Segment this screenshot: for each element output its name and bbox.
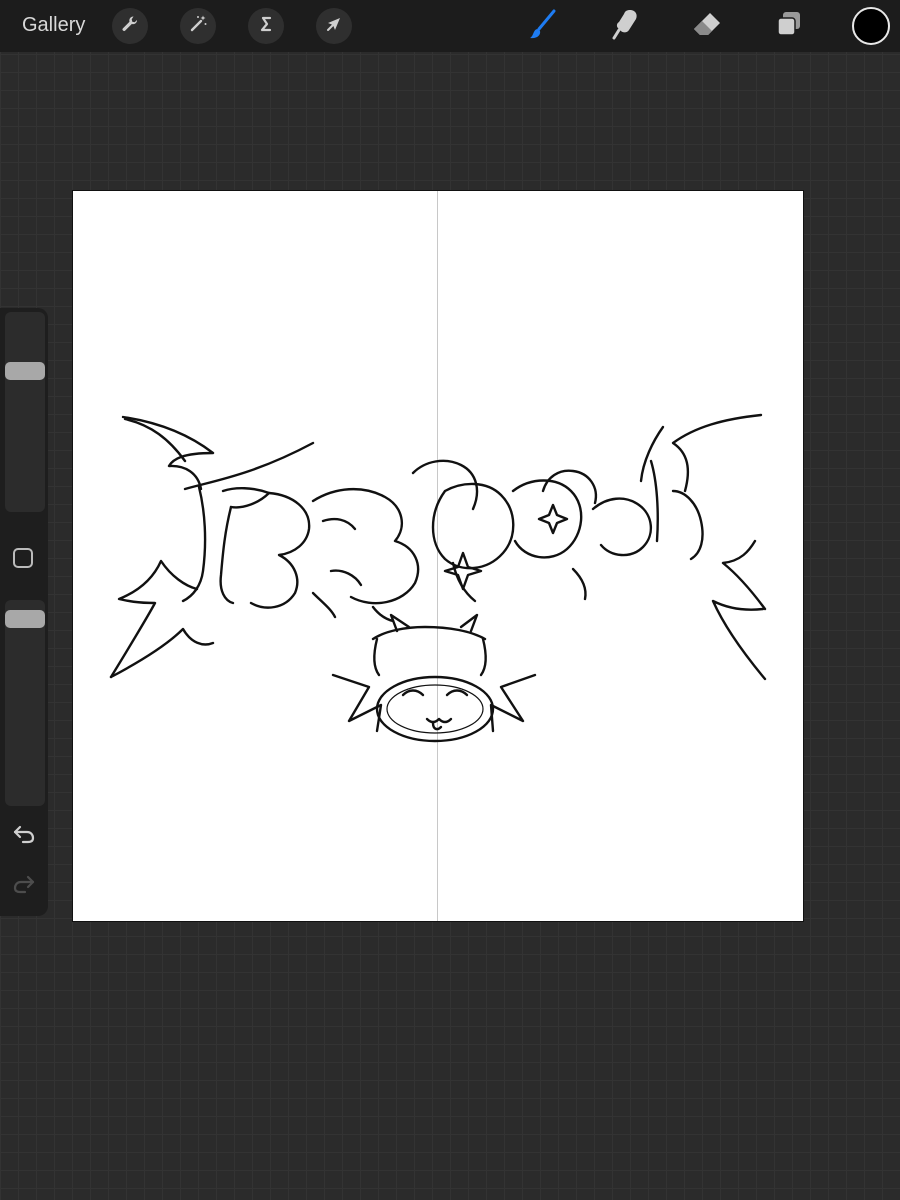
selection-button[interactable]: [248, 8, 284, 44]
eraser-tool-button[interactable]: [687, 6, 727, 46]
top-toolbar: Gallery: [0, 0, 900, 52]
smudge-tool-button[interactable]: [605, 6, 645, 46]
transform-button[interactable]: [316, 8, 352, 44]
brush-size-thumb[interactable]: [5, 362, 45, 380]
layers-button[interactable]: [769, 6, 809, 46]
brush-icon: [528, 8, 558, 45]
gothic-lettering-sketch-with-cat-face-icon: [109, 413, 767, 743]
undo-arrow-icon: [12, 824, 36, 849]
brush-opacity-slider[interactable]: [5, 600, 45, 806]
redo-arrow-icon: [12, 874, 36, 899]
layers-icon: [774, 9, 804, 44]
brush-opacity-thumb[interactable]: [5, 610, 45, 628]
sidebar: [0, 308, 48, 916]
redo-button[interactable]: [10, 874, 38, 898]
magic-wand-icon: [188, 14, 208, 39]
selection-s-icon: [256, 14, 276, 39]
arrow-cursor-icon: [324, 14, 344, 39]
wrench-icon: [120, 14, 140, 39]
undo-button[interactable]: [10, 824, 38, 848]
smudge-finger-icon: [610, 8, 640, 45]
brush-tool-button[interactable]: [523, 6, 563, 46]
actions-button[interactable]: [112, 8, 148, 44]
brush-size-slider[interactable]: [5, 312, 45, 512]
gallery-button[interactable]: Gallery: [22, 14, 85, 37]
modify-button[interactable]: [13, 548, 33, 568]
eraser-icon: [691, 10, 723, 43]
drawing-canvas[interactable]: [72, 190, 804, 922]
color-picker-button[interactable]: [852, 7, 890, 45]
adjustments-button[interactable]: [180, 8, 216, 44]
